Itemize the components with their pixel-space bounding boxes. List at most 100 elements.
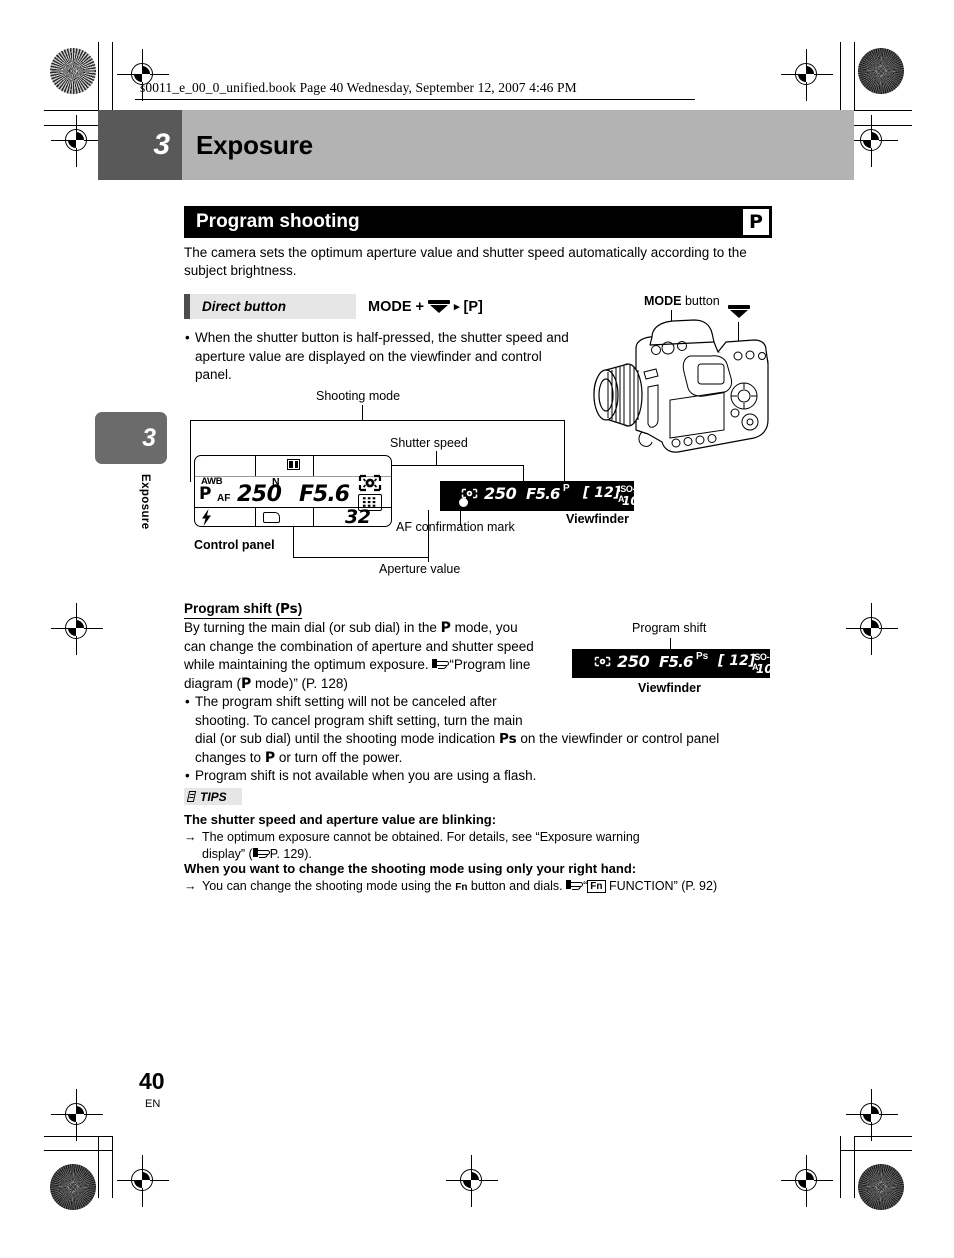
registration-mark — [51, 1089, 103, 1141]
registration-mark — [781, 1155, 833, 1207]
leader-line — [436, 451, 438, 466]
label-af-confirmation: AF confirmation mark — [396, 520, 515, 534]
leader-line — [293, 527, 295, 558]
crop-line — [854, 1136, 855, 1198]
starburst-target-icon — [858, 48, 904, 94]
viewfinder-shutter-speed: 250 — [484, 484, 517, 503]
bullet-dot: • — [185, 768, 190, 783]
section-title: Program shooting — [196, 211, 360, 232]
program-shift-bullets: • The program shift setting will not be … — [184, 693, 784, 786]
flash-icon — [201, 509, 212, 526]
program-shift-heading: Program shift (Ps) — [184, 601, 303, 619]
chapter-title: Exposure — [196, 129, 313, 160]
para-text: diagram ( — [184, 675, 242, 691]
book-note-icon — [188, 791, 197, 802]
viewfinder-iso-value: 100 — [622, 494, 648, 508]
viewfinder-aperture: F5.6 — [659, 653, 693, 671]
sub-dial-icon — [427, 300, 450, 313]
registration-mark — [117, 1155, 169, 1207]
leader-line — [362, 405, 364, 421]
bullet-text: changes to — [195, 749, 265, 765]
p-mode-glyph: P — [440, 620, 451, 636]
direct-button-value: MODE + ▸ [P] — [368, 294, 483, 319]
viewfinder-frames: [ 12] — [718, 653, 756, 669]
bullet-dot: • — [185, 694, 190, 709]
print-header-text: s0011_e_00_0_unified.book Page 40 Wednes… — [140, 80, 577, 95]
control-panel-display: AWB P AF N 250 F5.6 32 — [194, 455, 392, 528]
section-header-bar: Program shooting P — [184, 206, 772, 238]
shutter-speed-value: 250 — [237, 482, 282, 507]
side-tab-label: Exposure — [139, 474, 151, 530]
header-rule — [135, 99, 695, 100]
tips-badge: TIPS — [184, 788, 242, 805]
label-viewfinder-1: Viewfinder — [566, 512, 629, 526]
mode-text: MODE — [368, 298, 412, 315]
crop-line — [98, 42, 99, 110]
bullet-text: Program shift is not available when you … — [195, 768, 537, 783]
page-number: 40 — [139, 1068, 165, 1094]
bullet-line: dial (or sub dial) until the shooting mo… — [195, 730, 784, 749]
tip-heading-2: When you want to change the shooting mod… — [184, 861, 637, 876]
program-shift-paragraph: By turning the main dial (or sub dial) i… — [184, 619, 584, 693]
registration-mark — [846, 1089, 898, 1141]
label-aperture-value: Aperture value — [379, 562, 461, 576]
pointing-hand-icon — [566, 879, 584, 891]
arrow-icon: ▸ — [453, 301, 460, 313]
heading-mode: Ps — [280, 601, 298, 617]
registration-mark — [781, 49, 833, 101]
panel-divider — [313, 456, 315, 476]
viewfinder-aperture: F5.6 — [526, 485, 560, 503]
p-mode-glyph: P — [264, 749, 276, 766]
leader-line — [190, 420, 565, 422]
battery-icon — [287, 459, 300, 470]
viewfinder-display-1: 250 F5.6 P [ 12] ISO-A 100 — [440, 481, 647, 511]
bullet-line: shooting. To cancel program shift settin… — [195, 712, 523, 728]
tip-text: P. 129). — [269, 847, 312, 861]
metering-icon — [594, 654, 611, 667]
viewfinder-shutter-speed: 250 — [617, 652, 650, 671]
crop-line — [854, 1136, 912, 1137]
list-item: When the shutter button is half-pressed,… — [184, 329, 574, 385]
tip-body-1: → The optimum exposure cannot be obtaine… — [184, 829, 764, 863]
shooting-mode-indicator: P — [199, 484, 212, 504]
frames-remaining: 32 — [345, 506, 371, 528]
crop-line — [840, 1136, 841, 1198]
chapter-number: 3 — [153, 128, 170, 161]
mode-rest: button — [681, 294, 720, 308]
registration-mark — [846, 115, 898, 167]
tip-line: → You can change the shooting mode using… — [184, 878, 784, 896]
bullet-line: changes to P or turn off the power. — [195, 749, 784, 768]
leader-line — [564, 420, 566, 482]
para-text: “Program line — [449, 657, 531, 672]
arrow-glyph: → — [184, 830, 197, 844]
crop-line — [112, 42, 113, 110]
side-tab-number: 3 — [95, 412, 167, 464]
panel-divider — [255, 507, 257, 527]
viewfinder-display-2: 250 F5.6 Ps [ 12] ISO-A 100 — [572, 649, 781, 678]
pointing-hand-icon — [252, 847, 270, 859]
metering-icon — [358, 474, 382, 492]
para-text: while maintaining the optimum exposure. — [184, 657, 433, 672]
tip-body-2: → You can change the shooting mode using… — [184, 878, 784, 896]
registration-mark — [846, 603, 898, 655]
para-text: mode, you — [450, 620, 518, 635]
direct-button-strip: Direct button — [184, 294, 356, 319]
card-icon — [263, 512, 280, 523]
plus-sign: + — [415, 298, 424, 315]
viewfinder-frames: [ 12] — [583, 485, 621, 501]
label-control-panel: Control panel — [194, 538, 275, 552]
ps-mode-glyph: Ps — [498, 731, 517, 747]
tip-text: You can change the shooting mode using t… — [202, 879, 456, 893]
crop-line — [840, 1150, 912, 1151]
strip-accent — [184, 294, 190, 319]
panel-divider — [255, 456, 257, 476]
bullet-text: dial (or sub dial) until the shooting mo… — [195, 731, 499, 746]
leader-line — [190, 420, 192, 482]
registration-mark — [51, 115, 103, 167]
crop-line — [840, 42, 841, 110]
para-text: By turning the main dial (or sub dial) i… — [184, 620, 441, 635]
tip-text: display” ( — [202, 847, 253, 861]
metering-icon — [461, 486, 478, 499]
registration-mark — [51, 603, 103, 655]
crop-line — [854, 42, 855, 110]
